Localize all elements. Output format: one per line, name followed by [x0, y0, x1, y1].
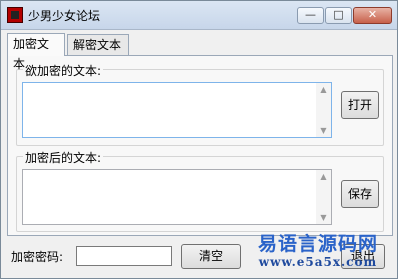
scroll-down-icon[interactable]: ▼	[319, 126, 328, 135]
scroll-up-icon[interactable]: ▲	[319, 85, 328, 94]
source-text-scrollbar[interactable]: ▲ ▼	[316, 83, 331, 137]
window-title: 少男少女论坛	[28, 9, 101, 23]
clear-button[interactable]: 清空	[181, 244, 241, 269]
source-text-label: 欲加密的文本:	[23, 62, 104, 79]
encrypted-text-group: 加密后的文本: ▲ ▼ 保存	[16, 149, 384, 232]
save-button[interactable]: 保存	[341, 180, 379, 208]
password-label: 加密密码:	[11, 250, 64, 264]
password-input[interactable]	[76, 246, 172, 266]
encrypted-text-scrollbar[interactable]: ▲ ▼	[316, 170, 331, 224]
open-button[interactable]: 打开	[341, 91, 379, 119]
encrypt-tab-panel: 欲加密的文本: ▲ ▼ 打开 加密后的文本: ▲ ▼ 保存	[7, 55, 393, 236]
source-text-area[interactable]: ▲ ▼	[22, 82, 332, 138]
scroll-down-icon[interactable]: ▼	[319, 213, 328, 222]
watermark-title: 易语言源码网	[257, 233, 378, 255]
tab-decrypt[interactable]: 解密文本	[67, 34, 129, 55]
scroll-up-icon[interactable]: ▲	[319, 172, 328, 181]
close-button[interactable]: ✕	[353, 7, 392, 24]
source-text-group: 欲加密的文本: ▲ ▼ 打开	[16, 62, 384, 146]
maximize-button[interactable]: □	[325, 7, 352, 24]
app-icon[interactable]	[7, 7, 23, 23]
watermark-url: www.e5a5x.com	[258, 255, 378, 269]
encrypted-text-label: 加密后的文本:	[23, 149, 104, 166]
site-watermark: 易语言源码网 www.e5a5x.com	[238, 233, 398, 269]
minimize-button[interactable]: —	[297, 7, 324, 24]
tab-encrypt[interactable]: 加密文本	[7, 33, 65, 71]
title-bar[interactable]: 少男少女论坛 — □ ✕	[1, 1, 397, 30]
encrypted-text-area[interactable]: ▲ ▼	[22, 169, 332, 225]
